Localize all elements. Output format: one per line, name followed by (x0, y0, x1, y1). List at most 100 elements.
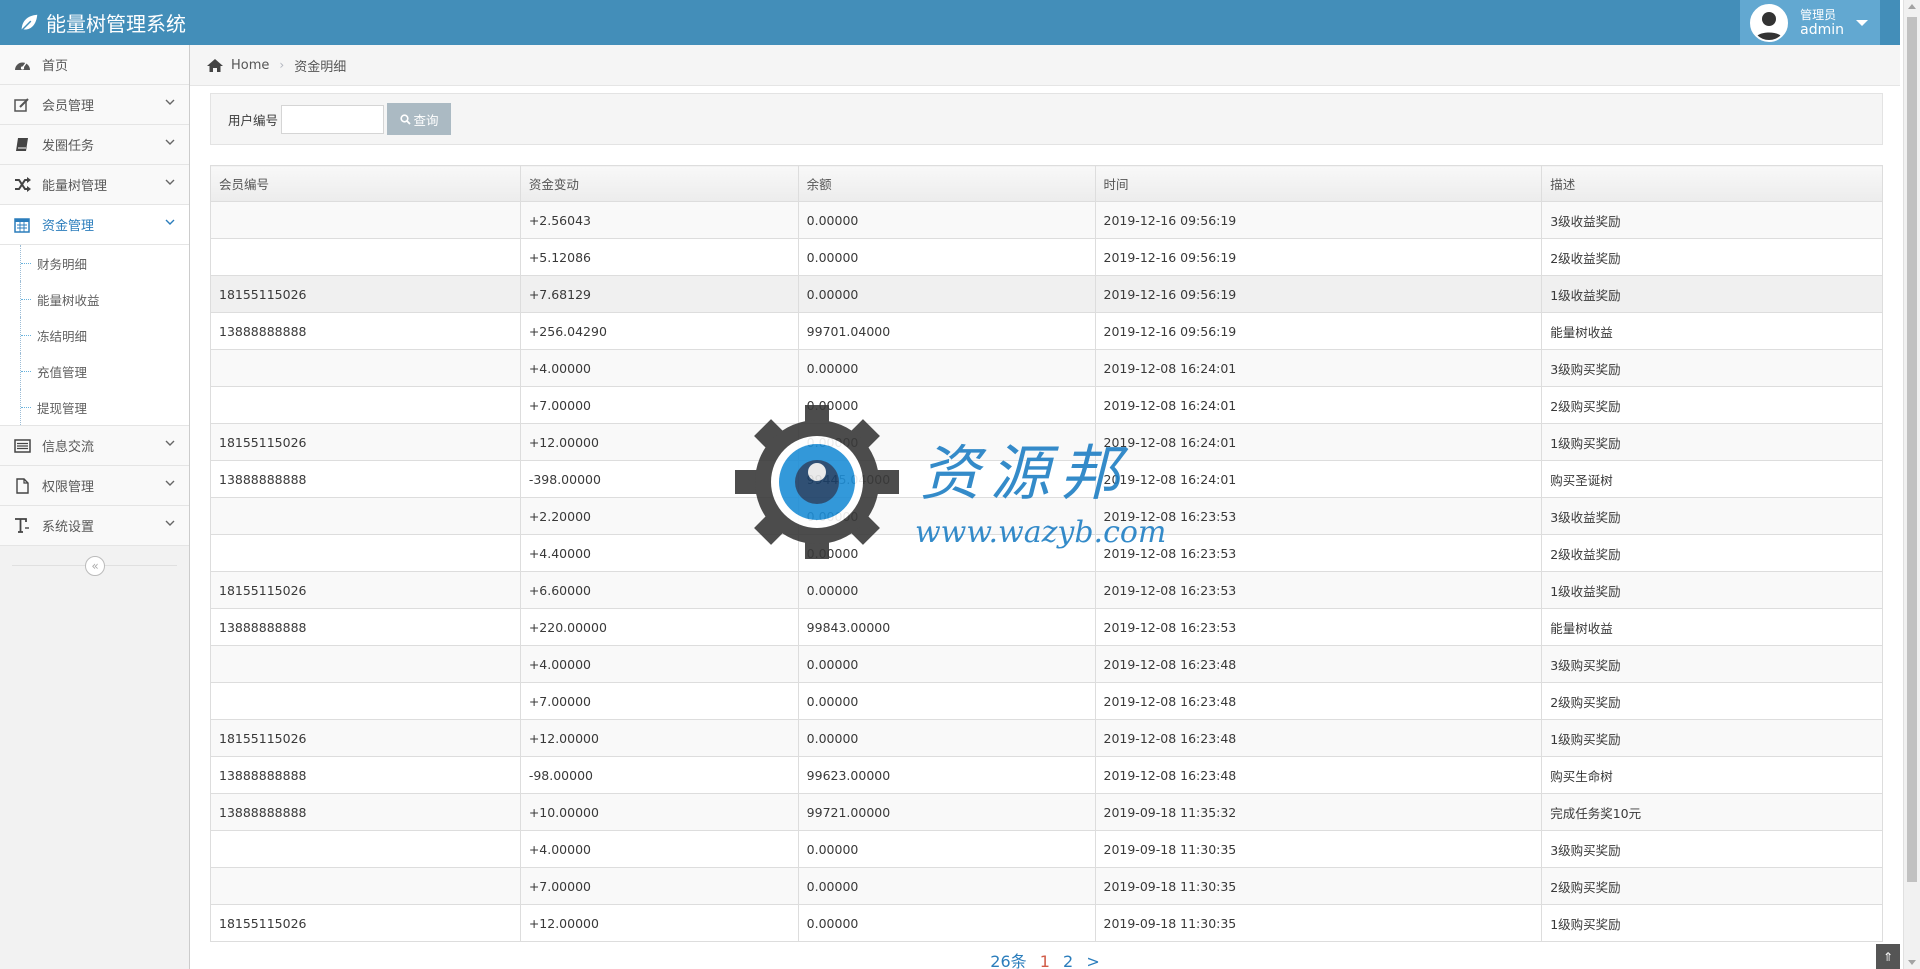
table-cell: 99843.00000 (797, 608, 1096, 646)
table-row: +7.00000 0.00000 2019-09-18 11:30:35 2级购买奖励 (210, 867, 1883, 905)
chevron-right-icon: › (279, 58, 285, 72)
table-cell: 2019-12-08 16:24:01 (1094, 423, 1543, 461)
table-header-row: 会员编号 资金变动 余额 时间 描述 (210, 165, 1883, 202)
table-cell: +4.40000 (519, 534, 799, 572)
table-cell: 2019-12-08 16:23:53 (1094, 571, 1543, 609)
table-row: +4.00000 0.00000 2019-12-08 16:23:48 3级购买奖励 (210, 645, 1883, 683)
user-name: admin (1800, 21, 1844, 38)
sidebar-item-label: 会员管理 (42, 99, 95, 114)
scroll-up-icon[interactable] (1908, 4, 1916, 9)
table-row: +4.40000 0.00000 2019-12-08 16:23:53 2级收益奖励 (210, 534, 1883, 572)
table-cell: +2.56043 (519, 201, 799, 239)
table-cell: 2019-12-08 16:23:48 (1094, 719, 1543, 757)
sidebar-item-home[interactable]: 首页 (0, 45, 189, 85)
pagination-current-page: 1 (1039, 952, 1050, 969)
table-cell: +256.04290 (519, 312, 799, 350)
sidebar-item-members[interactable]: 会员管理 (0, 85, 189, 125)
pagination-page-2[interactable]: 2 (1063, 952, 1073, 969)
table-cell: 购买圣诞树 (1541, 460, 1883, 498)
table-cell: 13888888888 (210, 608, 521, 646)
chevron-down-icon (165, 440, 175, 446)
user-id-input[interactable] (281, 104, 385, 134)
table-cell (210, 830, 521, 868)
table-row: 13888888888 -398.00000 99445.04000 2019-12-… (210, 460, 1883, 498)
sidebar-collapse-row: « (0, 546, 189, 584)
table-cell: +6.60000 (519, 571, 799, 609)
table-cell: 18155115026 (210, 719, 521, 757)
sidebar-item-label: 信息交流 (42, 440, 95, 455)
pagination: 26条 1 2 > (0, 948, 1900, 969)
table-cell: 13888888888 (210, 793, 521, 831)
table-cell: 0.00000 (797, 349, 1096, 387)
scroll-down-icon[interactable] (1908, 960, 1916, 965)
sidebar-item-permissions[interactable]: 权限管理 (0, 466, 189, 506)
chevron-down-icon (165, 99, 175, 105)
table-row: 18155115026 +6.60000 0.00000 2019-12-08 16:… (210, 571, 1883, 609)
table-cell: 完成任务奖10元 (1541, 793, 1883, 831)
table-cell (210, 682, 521, 720)
table-cell: 3级收益奖励 (1541, 201, 1883, 239)
sidebar-item-label: 能量树管理 (42, 179, 108, 194)
table-row: 18155115026 +7.68129 0.00000 2019-12-16 09:… (210, 275, 1883, 313)
table-cell: 0.00000 (797, 645, 1096, 683)
table-row: 13888888888 +10.00000 99721.00000 2019-09-1… (210, 793, 1883, 831)
scrollbar[interactable] (1903, 0, 1920, 969)
table-row: 18155115026 +12.00000 0.00000 2019-12-08 16… (210, 423, 1883, 461)
leaf-icon (20, 14, 38, 32)
table-cell: -98.00000 (519, 756, 799, 794)
table-cell: 1级收益奖励 (1541, 275, 1883, 313)
table-cell: +7.00000 (519, 682, 799, 720)
brand-title: 能量树管理系统 (46, 12, 186, 36)
breadcrumb-home[interactable]: Home (231, 58, 269, 73)
table-cell (210, 201, 521, 239)
table-cell: 18155115026 (210, 275, 521, 313)
sidebar-item-label: 系统设置 (42, 520, 95, 535)
table-row: 18155115026 +12.00000 0.00000 2019-12-08 16… (210, 719, 1883, 757)
table-cell: +220.00000 (519, 608, 799, 646)
table-cell (210, 534, 521, 572)
table-body: +2.56043 0.00000 2019-12-16 09:56:19 3级收益奖励… (210, 201, 1883, 942)
chevron-down-icon (165, 520, 175, 526)
back-to-top-icon[interactable]: ⇑ (1876, 944, 1900, 969)
search-button[interactable]: 查询 (387, 103, 452, 135)
table-row: 13888888888 -98.00000 99623.00000 2019-12-0… (210, 756, 1883, 794)
search-icon (399, 113, 411, 125)
home-icon (207, 58, 223, 72)
sidebar-item-messages[interactable]: 信息交流 (0, 426, 189, 466)
table-cell (210, 867, 521, 905)
book-icon (12, 135, 32, 155)
sidebar-item-tasks[interactable]: 发圈任务 (0, 125, 189, 165)
submenu-item-finance-detail[interactable]: 财务明细 (0, 245, 189, 281)
table-cell: +4.00000 (519, 645, 799, 683)
table-cell: 3级收益奖励 (1541, 497, 1883, 535)
table-cell (210, 645, 521, 683)
chevron-down-icon (165, 139, 175, 145)
double-chevron-left-icon[interactable]: « (85, 556, 105, 576)
table-cell: 能量树收益 (1541, 312, 1883, 350)
chevron-down-icon (165, 480, 175, 486)
submenu-item-frozen-detail[interactable]: 冻结明细 (0, 317, 189, 353)
table-cell (210, 497, 521, 535)
table-cell: 18155115026 (210, 904, 521, 942)
column-header: 时间 (1094, 165, 1543, 202)
submenu-item-tree-income[interactable]: 能量树收益 (0, 281, 189, 317)
table-cell: 3级购买奖励 (1541, 349, 1883, 387)
sidebar-item-settings[interactable]: 系统设置 (0, 506, 189, 546)
search-form: 用户编号 查询 (210, 93, 1883, 145)
submenu-item-withdraw[interactable]: 提现管理 (0, 389, 189, 425)
table-cell: 1级购买奖励 (1541, 423, 1883, 461)
table-cell: +4.00000 (519, 349, 799, 387)
sidebar-item-energy-tree[interactable]: 能量树管理 (0, 165, 189, 205)
pagination-next[interactable]: > (1086, 952, 1099, 969)
table-cell: 2019-12-08 16:24:01 (1094, 460, 1543, 498)
sidebar-item-funds[interactable]: 资金管理 (0, 205, 189, 245)
column-header: 资金变动 (519, 165, 799, 202)
scroll-thumb[interactable] (1907, 17, 1917, 882)
submenu-item-recharge[interactable]: 充值管理 (0, 353, 189, 389)
table-cell: 2级购买奖励 (1541, 867, 1883, 905)
brand[interactable]: 能量树管理系统 (0, 8, 186, 37)
table-cell: 13888888888 (210, 756, 521, 794)
table-cell: +4.00000 (519, 830, 799, 868)
user-menu[interactable]: 管理员 admin (1740, 0, 1880, 45)
table-cell: 2019-12-08 16:24:01 (1094, 386, 1543, 424)
